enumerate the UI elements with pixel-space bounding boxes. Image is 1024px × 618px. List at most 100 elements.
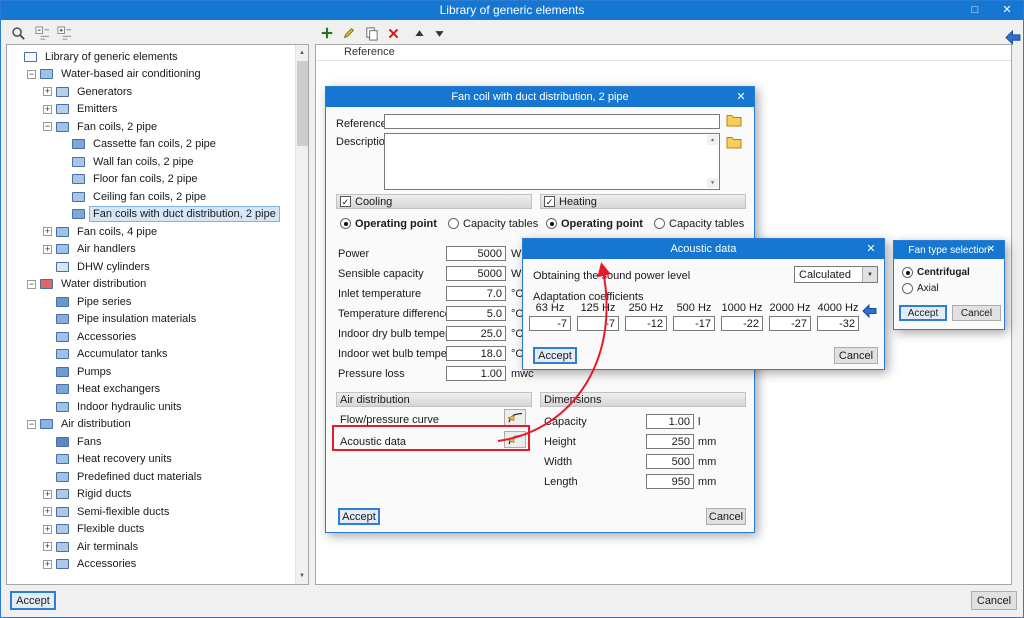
tree-item-generators[interactable]: +Generators [7,83,294,101]
copy-button[interactable] [361,23,381,43]
capacity-input[interactable] [646,414,694,429]
band-input-250-hz[interactable] [625,316,667,331]
inlet-temperature-input[interactable] [446,286,506,301]
temperature-difference-input[interactable] [446,306,506,321]
length-input[interactable] [646,474,694,489]
tree-item-water-based-air-conditioning[interactable]: −Water-based air conditioning [7,66,294,84]
tree-item-fan-coils-2-pipe[interactable]: −Fan coils, 2 pipe [7,118,294,136]
acoustic-cancel-button[interactable]: Cancel [834,347,878,364]
tree-item-semi-flexible-ducts[interactable]: +Semi-flexible ducts [7,503,294,521]
tree-item-emitters[interactable]: +Emitters [7,101,294,119]
collapse-icon[interactable]: − [27,280,36,289]
cooling-operating-point-radio[interactable]: Operating point [340,217,437,230]
method-dropdown[interactable]: Calculated ▼ [794,266,878,283]
accept-button[interactable]: Accept [10,591,56,610]
band-input-63-hz[interactable] [529,316,571,331]
tree-item-air-handlers[interactable]: +Air handlers [7,241,294,259]
scroll-down-icon[interactable]: ▼ [296,569,308,583]
close-button[interactable]: ✕ [992,0,1022,20]
tree-item-library-of-generic-elements[interactable]: Library of generic elements [7,48,294,66]
move-down-button[interactable] [429,23,449,43]
tree-item-accumulator-tanks[interactable]: Accumulator tanks [7,346,294,364]
tree-item-predefined-duct-materials[interactable]: Predefined duct materials [7,468,294,486]
scroll-down-icon[interactable]: ▼ [707,178,718,188]
tree-item-water-distribution[interactable]: −Water distribution [7,276,294,294]
tree-item-fan-coils-4-pipe[interactable]: +Fan coils, 4 pipe [7,223,294,241]
radio-icon[interactable] [654,218,665,229]
tree-item-floor-fan-coils-2-pipe[interactable]: Floor fan coils, 2 pipe [7,171,294,189]
tree-item-indoor-hydraulic-units[interactable]: Indoor hydraulic units [7,398,294,416]
dialog-cancel-button[interactable]: Cancel [706,508,746,525]
radio-icon[interactable] [546,218,557,229]
reference-input[interactable] [384,114,720,129]
tree-item-ceiling-fan-coils-2-pipe[interactable]: Ceiling fan coils, 2 pipe [7,188,294,206]
edit-button[interactable] [339,23,359,43]
description-input[interactable]: ▲ ▼ [384,133,720,190]
expand-icon[interactable]: + [43,245,52,254]
radio-icon[interactable] [902,267,913,278]
move-up-button[interactable] [409,23,429,43]
band-input-4000-hz[interactable] [817,316,859,331]
collapse-all-button[interactable] [32,23,52,43]
radio-icon[interactable] [902,283,913,294]
collapse-icon[interactable]: − [43,122,52,131]
tree-item-heat-exchangers[interactable]: Heat exchangers [7,381,294,399]
reference-library-button[interactable] [725,113,743,128]
tree-item-pipe-series[interactable]: Pipe series [7,293,294,311]
sensible-capacity-input[interactable] [446,266,506,281]
fan-cancel-button[interactable]: Cancel [952,305,1001,321]
expand-icon[interactable]: + [43,507,52,516]
expand-all-button[interactable] [54,23,74,43]
tree-item-flexible-ducts[interactable]: +Flexible ducts [7,521,294,539]
close-icon[interactable]: ✕ [982,241,1000,259]
heating-checkbox[interactable]: ✓ [544,196,555,207]
tree-item-heat-recovery-units[interactable]: Heat recovery units [7,451,294,469]
expand-icon[interactable]: + [43,542,52,551]
radio-icon[interactable] [340,218,351,229]
height-input[interactable] [646,434,694,449]
scroll-thumb[interactable] [297,61,308,146]
radio-icon[interactable] [448,218,459,229]
tree-item-air-terminals[interactable]: +Air terminals [7,538,294,556]
acoustic-data-button[interactable] [504,431,526,448]
tree-scrollbar[interactable]: ▲ ▼ [295,45,308,584]
collapse-icon[interactable]: − [27,420,36,429]
expand-icon[interactable]: + [43,87,52,96]
tree-item-cassette-fan-coils-2-pipe[interactable]: Cassette fan coils, 2 pipe [7,136,294,154]
expand-icon[interactable]: + [43,490,52,499]
maximize-button[interactable]: □ [960,0,990,20]
heating-operating-point-radio[interactable]: Operating point [546,217,643,230]
acoustic-accept-button[interactable]: Accept [533,347,577,364]
width-input[interactable] [646,454,694,469]
tree-item-accessories[interactable]: Accessories [7,328,294,346]
expand-icon[interactable]: + [43,227,52,236]
tree-item-pumps[interactable]: Pumps [7,363,294,381]
tree-item-rigid-ducts[interactable]: +Rigid ducts [7,486,294,504]
back-button[interactable] [861,302,878,319]
expand-icon[interactable]: + [43,105,52,114]
close-icon[interactable]: ✕ [862,239,880,259]
band-input-2000-hz[interactable] [769,316,811,331]
tree-item-wall-fan-coils-2-pipe[interactable]: Wall fan coils, 2 pipe [7,153,294,171]
delete-button[interactable] [383,23,403,43]
cancel-button[interactable]: Cancel [971,591,1017,610]
description-library-button[interactable] [725,135,743,150]
band-input-500-hz[interactable] [673,316,715,331]
flow-pressure-curve-button[interactable] [504,409,526,426]
cooling-checkbox[interactable]: ✓ [340,196,351,207]
tree-item-accessories[interactable]: +Accessories [7,556,294,574]
tree-item-air-distribution[interactable]: −Air distribution [7,416,294,434]
tree-item-dhw-cylinders[interactable]: DHW cylinders [7,258,294,276]
close-icon[interactable]: ✕ [732,87,750,107]
expand-icon[interactable]: + [43,525,52,534]
heating-capacity-tables-radio[interactable]: Capacity tables [654,217,744,230]
fan-accept-button[interactable]: Accept [899,305,947,321]
power-input[interactable] [446,246,506,261]
scroll-up-icon[interactable]: ▲ [296,46,308,60]
tree-item-fans[interactable]: Fans [7,433,294,451]
fan-type-option-axial[interactable]: Axial [902,282,939,295]
tree-item-fan-coils-with-duct-distribution-2-pipe[interactable]: Fan coils with duct distribution, 2 pipe [7,206,294,224]
scroll-up-icon[interactable]: ▲ [707,135,718,145]
indoor-wet-bulb-temperature-input[interactable] [446,346,506,361]
tree-item-pipe-insulation-materials[interactable]: Pipe insulation materials [7,311,294,329]
